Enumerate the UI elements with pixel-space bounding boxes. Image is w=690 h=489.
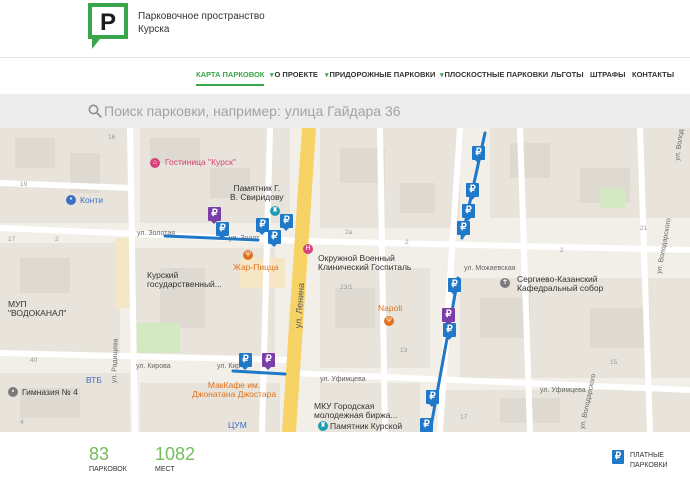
parking-pin-special[interactable]: ₽ [262, 353, 275, 370]
places-label: МЕСТ [155, 466, 175, 473]
parking-pin-paid[interactable]: ₽ [268, 230, 281, 247]
house-number: 17 [460, 414, 468, 421]
hotel-icon[interactable]: ⌂ [150, 158, 160, 168]
nav-item-roadside[interactable]: ▾ПРИДОРОЖНЫЕ ПАРКОВКИ [325, 66, 435, 85]
street-label: ул. Радищева [110, 338, 120, 384]
hospital-icon[interactable]: H [303, 244, 313, 254]
stats-bar: 83 ПАРКОВОК 1082 МЕСТ ₽ ПЛАТНЫЕ ПАРКОВКИ [0, 432, 690, 489]
church-icon[interactable]: ✝ [500, 278, 510, 288]
restaurant-icon[interactable]: Ψ [243, 250, 253, 260]
legend-line: ПАРКОВКИ [630, 462, 668, 469]
poi-label-zhar-pitstsa[interactable]: Жар-Пицца [233, 263, 279, 272]
parking-pin-paid[interactable]: ₽ [280, 214, 293, 231]
house-number: 2 [405, 239, 409, 246]
poi-label-gymnasium[interactable]: Гимназия № 4 [22, 388, 78, 397]
poi-label-hospital[interactable]: Окружной Военный Клинический Госпиталь [318, 254, 411, 272]
poi-label-napoli[interactable]: Napoli [378, 304, 402, 313]
street-label: ул. Уфимцева [540, 387, 586, 394]
street-label: ул. Кир [217, 363, 241, 370]
nav-item-benefits[interactable]: ЛЬГОТЫ [551, 66, 584, 84]
chevron-down-icon: ▾ [440, 72, 444, 79]
monument-icon[interactable]: ♜ [318, 421, 328, 431]
search-bar [0, 94, 690, 128]
poi-label-konti[interactable]: Конти [80, 196, 103, 205]
chevron-down-icon: ▾ [325, 72, 329, 79]
nav-item-fines[interactable]: ШТРАФЫ [590, 66, 625, 84]
house-number: 13 [400, 347, 408, 354]
places-count: 1082 [155, 444, 196, 464]
parking-pin-paid[interactable]: ₽ [443, 323, 456, 340]
street-label: ул. Кирова [136, 363, 171, 370]
logo-icon[interactable]: P [88, 3, 128, 49]
site-header: P Парковочное пространство Курска [0, 0, 690, 57]
house-number: 2 [560, 247, 564, 254]
site-title[interactable]: Парковочное пространство Курска [138, 10, 278, 36]
house-number: 21 [640, 225, 648, 232]
restaurant-icon[interactable]: Ψ [384, 316, 394, 326]
nav-item-flat[interactable]: ▾ПЛОСКОСТНЫЕ ПАРКОВКИ [440, 66, 548, 85]
search-input[interactable] [104, 100, 664, 122]
parking-pin-paid[interactable]: ₽ [426, 390, 439, 407]
parkings-label: ПАРКОВОК [89, 466, 127, 473]
parking-pin-paid[interactable]: ₽ [462, 204, 475, 221]
nav-item-contacts[interactable]: КОНТАКТЫ [632, 66, 674, 84]
poi-label-cathedral[interactable]: Сергиево-Казанский Кафедральный собор [517, 275, 603, 293]
house-number: 19 [20, 181, 28, 188]
parking-pin-paid[interactable]: ₽ [239, 353, 252, 370]
header-divider [0, 57, 690, 58]
house-number: 16 [108, 134, 116, 141]
school-icon[interactable]: ▪ [8, 387, 18, 397]
poi-label-mcafe[interactable]: МакКафе им. Джонатана Джостара [192, 381, 276, 399]
house-number: 15 [610, 359, 618, 366]
parking-pin-paid[interactable]: ₽ [466, 183, 479, 200]
logo-letter: P [100, 9, 116, 36]
nav-item-map[interactable]: КАРТА ПАРКОВОК [196, 66, 265, 86]
street-label: ул. Уфимцева [320, 376, 366, 383]
parking-pin-special[interactable]: ₽ [442, 308, 455, 325]
parking-pin-paid[interactable]: ₽ [216, 222, 229, 239]
main-nav: КАРТА ПАРКОВОК ▾О ПРОЕКТЕ ▾ПРИДОРОЖНЫЕ П… [0, 66, 690, 88]
shop-icon[interactable]: • [66, 195, 76, 205]
poi-label-vodokanal[interactable]: МУП "ВОДОКАНАЛ" [8, 300, 66, 318]
street-label: ул. Можаевская [464, 265, 516, 272]
parking-map[interactable]: ул. Золотая ул. Золот ул. Можаевская ул.… [0, 128, 690, 432]
nav-item-about[interactable]: ▾О ПРОЕКТЕ [270, 66, 318, 85]
house-number: 4 [20, 419, 24, 426]
legend-line: ПЛАТНЫЕ [630, 452, 664, 459]
chevron-down-icon: ▾ [270, 72, 274, 79]
street-label: ул. Золот [229, 235, 260, 242]
house-number: 2 [55, 236, 59, 243]
monument-icon[interactable]: ♜ [270, 206, 280, 216]
parking-pin-paid[interactable]: ₽ [457, 221, 470, 238]
paid-parking-legend-icon: ₽ [612, 450, 624, 464]
street-label: ул. Золотая [137, 230, 176, 237]
poi-label-monument-kursk[interactable]: Памятник Курской [330, 422, 402, 431]
paid-parking-legend-label: ПЛАТНЫЕ ПАРКОВКИ [630, 451, 668, 471]
house-number: 40 [30, 357, 38, 364]
house-number: 2а [345, 229, 353, 236]
house-number: 23/1 [340, 284, 353, 291]
parking-pin-paid[interactable]: ₽ [472, 146, 485, 163]
parkings-count: 83 [89, 444, 110, 464]
search-icon[interactable] [88, 104, 102, 118]
poi-label-birzha[interactable]: МКУ Городская молодежная биржа... [314, 402, 398, 420]
house-number: 17 [8, 236, 16, 243]
parking-pin-special[interactable]: ₽ [208, 207, 221, 224]
poi-label-hotel[interactable]: Гостиница "Курск" [165, 158, 236, 167]
parking-pin-paid[interactable]: ₽ [420, 418, 433, 432]
poi-label-monument[interactable]: Памятник Г. В. Свиридову [230, 184, 284, 202]
parking-pin-paid[interactable]: ₽ [448, 278, 461, 295]
poi-label-vtb[interactable]: ВТБ [86, 376, 102, 385]
poi-label-university[interactable]: Курский государственный... [147, 271, 222, 289]
poi-label-tsum[interactable]: ЦУМ [228, 421, 247, 430]
